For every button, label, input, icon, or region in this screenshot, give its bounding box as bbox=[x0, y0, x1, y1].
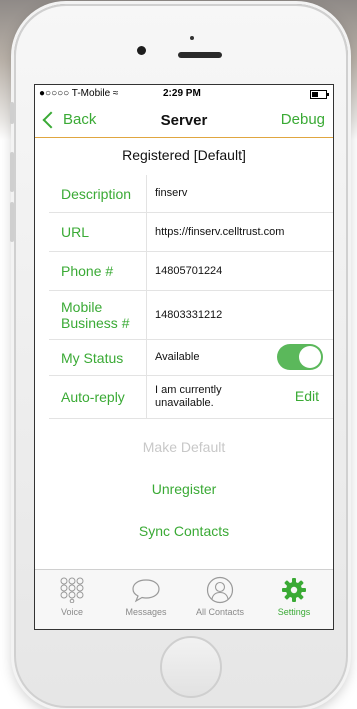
mobile-business-field[interactable]: 14803331212 bbox=[147, 309, 222, 322]
tab-bar: Voice Messages All Contacts Settings bbox=[35, 569, 333, 629]
unregister-button[interactable]: Unregister bbox=[35, 481, 333, 497]
carrier-signal: ●○○○○ T-Mobile ≈ bbox=[39, 88, 119, 99]
field-row-phone[interactable]: Phone # 14805701224 bbox=[49, 252, 333, 291]
field-row-mobile-business[interactable]: Mobile Business # 14803331212 bbox=[49, 291, 333, 340]
keypad-icon bbox=[35, 576, 109, 604]
field-label: Description bbox=[49, 175, 147, 212]
auto-reply-value: I am currently unavailable. bbox=[155, 384, 222, 409]
status-value: Available bbox=[155, 351, 200, 363]
make-default-button[interactable]: Make Default bbox=[35, 439, 333, 455]
front-camera bbox=[137, 46, 146, 55]
toggle-knob bbox=[299, 346, 321, 368]
description-field[interactable]: finserv bbox=[147, 187, 187, 200]
field-row-description[interactable]: Description finserv bbox=[49, 175, 333, 213]
field-row-url[interactable]: URL https://finserv.celltrust.com bbox=[49, 213, 333, 252]
chat-bubble-icon bbox=[109, 576, 183, 604]
status-toggle[interactable] bbox=[277, 344, 323, 370]
earpiece-speaker bbox=[178, 52, 222, 58]
battery-icon bbox=[310, 90, 329, 99]
tab-label: Voice bbox=[60, 607, 84, 617]
server-fields: Description finserv URL https://finserv.… bbox=[49, 175, 333, 419]
phone-field[interactable]: 14805701224 bbox=[147, 265, 222, 278]
field-label: Auto-reply bbox=[49, 376, 147, 418]
tab-voice[interactable]: Voice bbox=[35, 576, 109, 617]
app-screen: ●○○○○ T-Mobile ≈ 2:29 PM Back Server Deb… bbox=[34, 84, 334, 630]
field-label: URL bbox=[49, 213, 147, 251]
registration-status: Registered [Default] bbox=[122, 147, 246, 163]
field-label: Phone # bbox=[49, 252, 147, 290]
status-time: 2:29 PM bbox=[163, 88, 201, 99]
field-row-auto-reply[interactable]: Auto-reply I am currently unavailable. E… bbox=[49, 376, 333, 419]
tab-messages[interactable]: Messages bbox=[109, 576, 183, 617]
tab-label: All Contacts bbox=[195, 607, 245, 617]
navigation-bar: Back Server Debug bbox=[35, 103, 333, 138]
edit-auto-reply-button[interactable]: Edit bbox=[295, 388, 319, 404]
tab-label: Settings bbox=[277, 607, 311, 617]
tab-label: Messages bbox=[125, 607, 167, 617]
tab-all-contacts[interactable]: All Contacts bbox=[183, 576, 257, 617]
volume-down-button bbox=[10, 202, 14, 242]
contact-icon bbox=[183, 576, 257, 604]
field-label: My Status bbox=[49, 340, 147, 375]
sync-contacts-button[interactable]: Sync Contacts bbox=[35, 523, 333, 539]
volume-up-button bbox=[10, 152, 14, 192]
debug-button[interactable]: Debug bbox=[281, 111, 325, 128]
url-field[interactable]: https://finserv.celltrust.com bbox=[147, 226, 284, 239]
proximity-sensor bbox=[190, 36, 194, 40]
field-label: Mobile Business # bbox=[49, 291, 147, 339]
status-bar: ●○○○○ T-Mobile ≈ 2:29 PM bbox=[35, 85, 333, 103]
field-row-my-status[interactable]: My Status Available bbox=[49, 340, 333, 376]
gear-icon bbox=[257, 576, 331, 604]
tab-settings[interactable]: Settings bbox=[257, 576, 331, 617]
mute-switch bbox=[10, 102, 14, 124]
home-button[interactable] bbox=[160, 636, 222, 698]
